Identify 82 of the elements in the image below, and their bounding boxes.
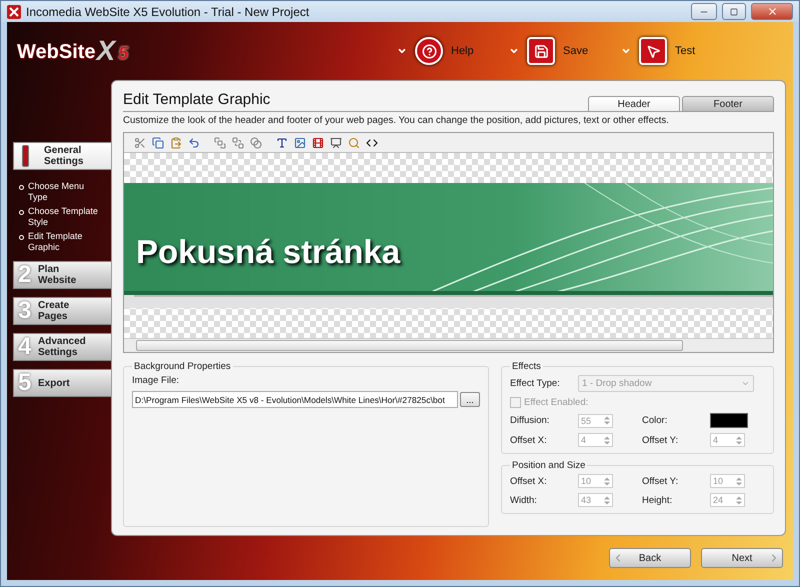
copy-icon[interactable] [152, 136, 164, 148]
step-label: Plan Website [38, 264, 78, 286]
substep-link[interactable]: Choose Menu Type [28, 181, 100, 203]
next-button[interactable]: Next [701, 548, 783, 568]
horizontal-scrollbar[interactable] [124, 338, 773, 352]
code-icon[interactable] [366, 136, 378, 148]
spinner-arrows-icon [604, 496, 610, 504]
zoom-icon[interactable] [348, 136, 360, 148]
page-description: Customize the look of the header and footer of your web pages. You can change the position, add pictures, text or other effects. [123, 115, 670, 126]
toolbar-button[interactable]: Help [397, 37, 509, 65]
monitor-pointer-icon [639, 37, 667, 65]
field-label: Offset Y: [642, 476, 680, 486]
substep-link[interactable]: Edit Template Graphic [28, 231, 100, 253]
app-icon [7, 4, 21, 18]
step-number: 3 [18, 297, 32, 325]
toolbar-button[interactable]: Save [509, 37, 621, 65]
maximize-button[interactable] [722, 3, 746, 20]
spinner-arrows-icon [604, 436, 610, 444]
input-field[interactable]: D:\Program Files\WebSite X5 v8 - Evolution\Models\White Lines\Hor\#27825c\bot [132, 391, 458, 408]
maximize-icon [730, 8, 738, 16]
banner-heading: Pokusná stránka [136, 233, 400, 271]
flash-icon[interactable] [312, 136, 324, 148]
spinner-arrows-icon [604, 416, 610, 425]
field-label: Offset X: [510, 476, 548, 486]
bullet-icon [19, 210, 24, 215]
back-button[interactable]: Back [609, 548, 691, 568]
spinner-arrows-icon [736, 436, 742, 444]
effects-icon[interactable] [250, 136, 262, 148]
step-number: 2 [18, 261, 32, 289]
paste-icon[interactable] [170, 136, 182, 148]
logo-mark: X [96, 38, 116, 64]
logo-text: WebSite [17, 41, 96, 64]
caret-icon [741, 379, 750, 388]
page-title: Edit Template Graphic [123, 91, 270, 108]
tab[interactable]: Footer [682, 96, 774, 111]
minimize-button[interactable] [691, 3, 717, 20]
field-label: Width: [510, 494, 538, 506]
logo-version: 5 [118, 43, 128, 64]
field-label: Effect Type: [510, 378, 561, 389]
close-button[interactable] [751, 3, 793, 20]
tab[interactable]: Header [588, 96, 680, 111]
group-title: Effects [511, 361, 542, 372]
step-label: General Settings [44, 145, 84, 167]
spinner-arrows-icon [736, 476, 742, 486]
bullet-icon [19, 235, 24, 240]
field-label: Color: [642, 415, 668, 426]
field-label: Image File: [132, 375, 180, 386]
caret-icon [621, 46, 631, 56]
bullet-icon [19, 185, 24, 190]
step-number: 5 [18, 369, 32, 397]
substep-link[interactable]: Choose Template Style [28, 206, 100, 228]
image-icon[interactable] [294, 136, 306, 148]
spinner-arrows-icon [736, 496, 742, 504]
field-label: Diffusion: [510, 415, 550, 426]
spinner-arrows-icon [604, 476, 610, 486]
field-label: Offset Y: [642, 434, 680, 446]
text-icon[interactable] [276, 136, 288, 148]
undo-icon[interactable] [188, 136, 200, 148]
field-label: Height: [642, 494, 674, 506]
window-title: Incomedia WebSite X5 Evolution - Trial - New Project [26, 4, 310, 18]
step-label: Create Pages [38, 300, 70, 322]
caret-icon [397, 46, 407, 56]
help-icon [415, 37, 443, 65]
group-title: Background Properties [133, 361, 232, 372]
step-button[interactable]: 5 Export [13, 369, 111, 397]
send-to-back-icon[interactable] [232, 136, 244, 148]
step-marker [22, 145, 29, 167]
bring-to-front-icon[interactable] [214, 136, 226, 148]
step-label: Advanced Settings [38, 336, 87, 358]
color-swatch[interactable] [710, 413, 748, 428]
field-label: Offset X: [510, 434, 548, 446]
step-number: 4 [18, 333, 32, 361]
group-title: Position and Size [511, 460, 586, 471]
close-icon [766, 6, 778, 17]
step-button[interactable]: General Settings [13, 142, 111, 170]
scissors-icon[interactable] [134, 136, 146, 148]
browse-button[interactable]: ... [460, 392, 480, 407]
slideshow-icon[interactable] [330, 136, 342, 148]
checkbox-label: Effect Enabled: [524, 397, 588, 408]
toolbar-button[interactable]: Test [621, 37, 733, 65]
caret-icon [509, 46, 519, 56]
step-label: Export [38, 378, 71, 388]
